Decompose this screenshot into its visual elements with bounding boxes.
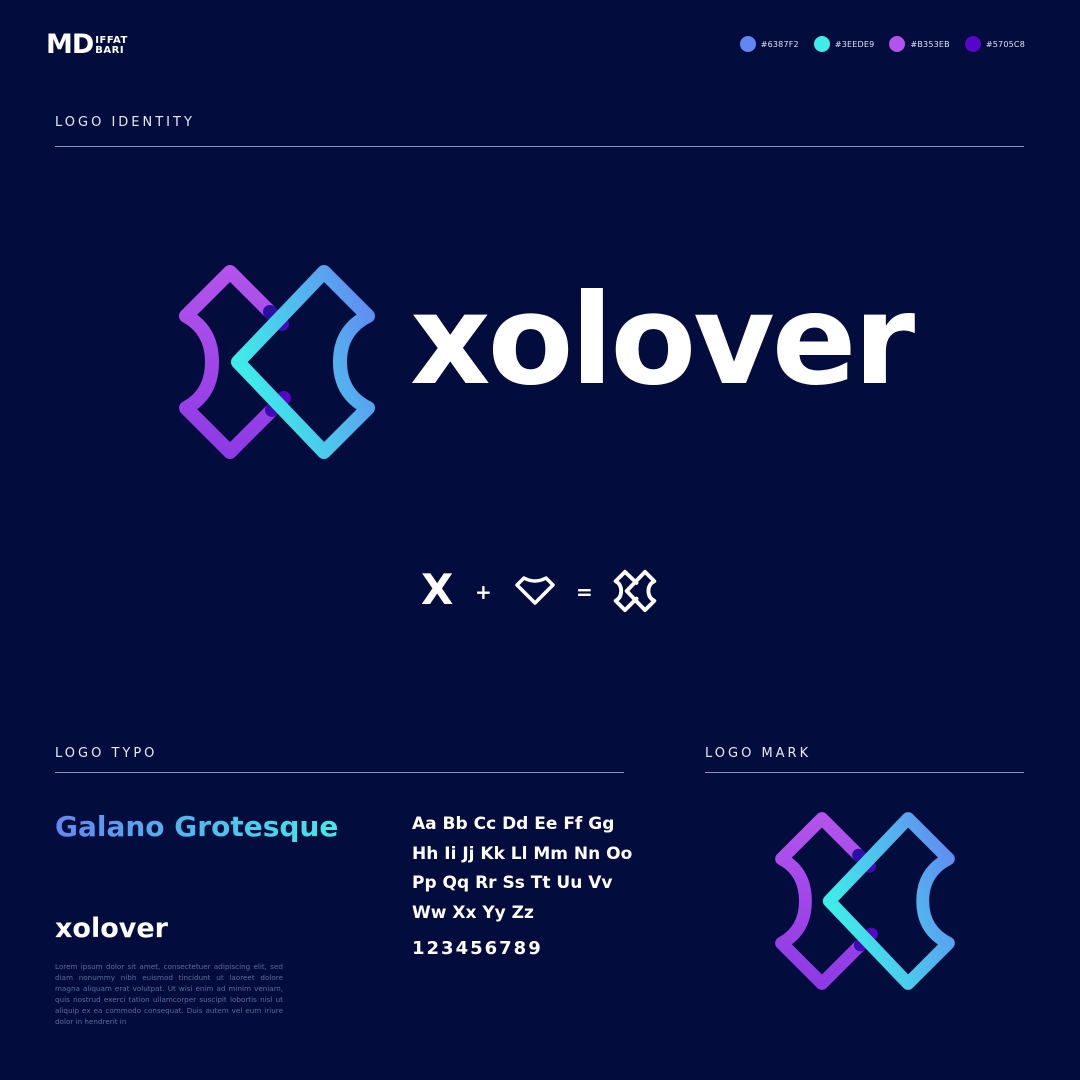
alphabet-line: Pp Qq Rr Ss Tt Uu Vv bbox=[412, 873, 613, 893]
section-title-typo: LOGO TYPO bbox=[55, 746, 158, 761]
swatch-code: #5705C8 bbox=[985, 39, 1025, 49]
font-name: Galano Grotesque bbox=[55, 808, 338, 846]
swatch: #B353EB bbox=[889, 36, 950, 52]
brand-name: IFFAT BARI bbox=[95, 36, 128, 56]
swatch: #6387F2 bbox=[739, 36, 799, 52]
swatch: #5705C8 bbox=[964, 36, 1025, 52]
swatch-dot bbox=[739, 36, 756, 52]
xolover-mark-icon bbox=[179, 265, 375, 459]
xolover-mark-outline-icon bbox=[613, 569, 657, 613]
swatch: #3EEDE9 bbox=[813, 36, 875, 52]
swatch-code: #B353EB bbox=[910, 39, 950, 49]
divider bbox=[55, 772, 624, 773]
alphabet-line: Hh Ii Jj Kk Ll Mm Nn Oo bbox=[412, 843, 633, 864]
equation-plus: + bbox=[475, 580, 492, 604]
swatch-dot bbox=[889, 36, 906, 52]
section-title-identity: LOGO IDENTITY bbox=[55, 115, 195, 130]
divider bbox=[55, 146, 1024, 147]
brand-mark: MD bbox=[46, 29, 94, 60]
swatch-code: #3EEDE9 bbox=[834, 39, 875, 49]
swatch-code: #6387F2 bbox=[760, 39, 799, 49]
swatch-dot bbox=[813, 36, 830, 52]
digits-specimen: 123456789 bbox=[412, 938, 543, 959]
alphabet-line: Aa Bb Cc Dd Ee Ff Gg bbox=[412, 814, 615, 834]
logo-wordmark: xolover bbox=[410, 268, 915, 413]
lorem-paragraph: Lorem ipsum dolor sit amet, consectetuer… bbox=[55, 962, 283, 1026]
swatch-dot bbox=[964, 36, 981, 52]
designer-brand-logo: MD IFFAT BARI bbox=[46, 29, 128, 60]
equation-letter: X bbox=[421, 565, 454, 614]
divider bbox=[705, 772, 1024, 773]
equation-equals: = bbox=[576, 580, 593, 604]
color-palette: #6387F2 #3EEDE9 #B353EB #5705C8 bbox=[725, 36, 1025, 52]
brand-name-line2: BARI bbox=[95, 45, 125, 56]
sample-wordmark: xolover bbox=[55, 913, 168, 944]
logo-mark-icon bbox=[775, 812, 955, 990]
alphabet-line: Ww Xx Yy Zz bbox=[412, 902, 534, 923]
heart-outline-icon bbox=[515, 576, 555, 605]
section-title-mark: LOGO MARK bbox=[705, 746, 812, 761]
alphabet-specimen: Aa Bb Cc Dd Ee Ff Gg Hh Ii Jj Kk Ll Mm N… bbox=[412, 810, 632, 928]
